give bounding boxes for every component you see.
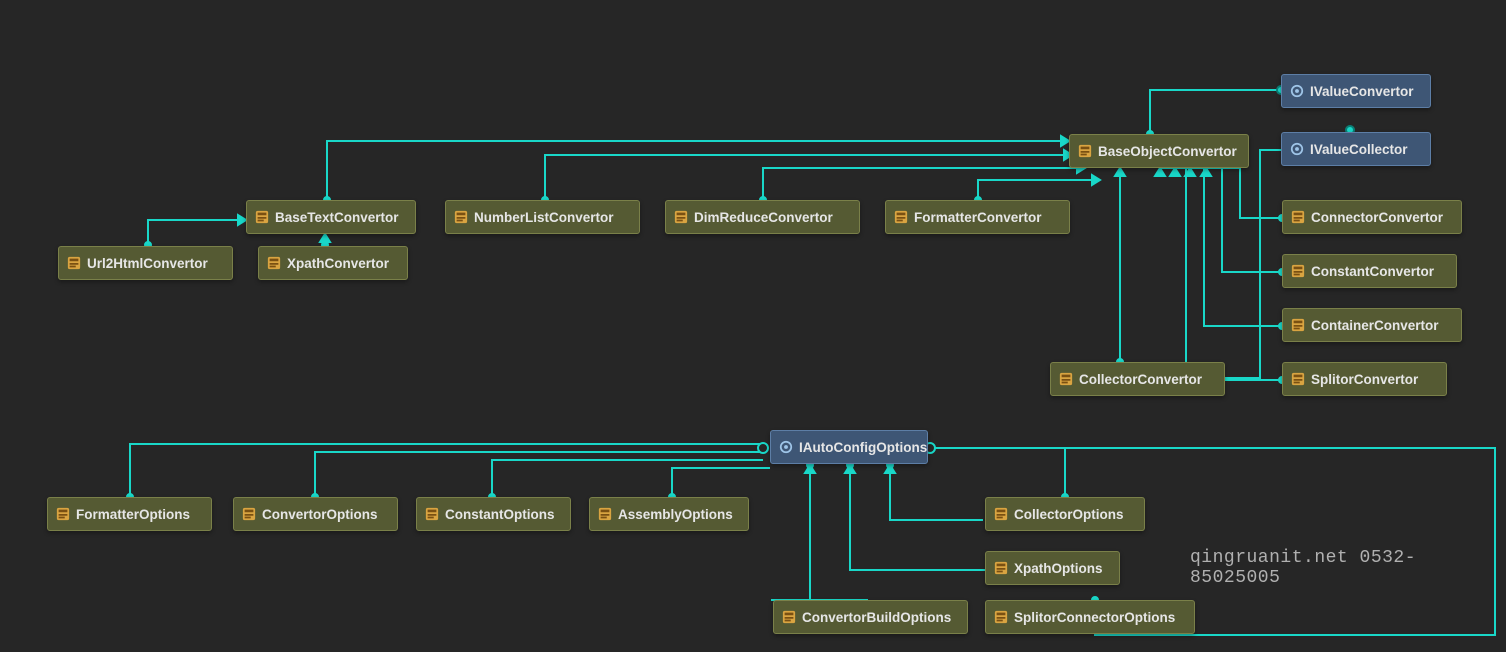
- node-label: AssemblyOptions: [618, 507, 733, 522]
- class-icon: [994, 507, 1008, 521]
- node-ContainerConvertor[interactable]: ContainerConvertor: [1282, 308, 1462, 342]
- node-label: ConvertorOptions: [262, 507, 378, 522]
- node-XpathOptions[interactable]: XpathOptions: [985, 551, 1120, 585]
- node-BaseObjectConvertor[interactable]: BaseObjectConvertor: [1069, 134, 1249, 168]
- class-icon: [1291, 372, 1305, 386]
- class-icon: [994, 610, 1008, 624]
- node-ConvertorBuildOptions[interactable]: ConvertorBuildOptions: [773, 600, 968, 634]
- node-XpathConvertor[interactable]: XpathConvertor: [258, 246, 408, 280]
- node-NumberListConvertor[interactable]: NumberListConvertor: [445, 200, 640, 234]
- node-label: CollectorConvertor: [1079, 372, 1202, 387]
- node-IAutoConfigOptions[interactable]: IAutoConfigOptions: [770, 430, 928, 464]
- node-SplitorConvertor[interactable]: SplitorConvertor: [1282, 362, 1447, 396]
- class-icon: [598, 507, 612, 521]
- node-label: ConnectorConvertor: [1311, 210, 1443, 225]
- node-ConstantOptions[interactable]: ConstantOptions: [416, 497, 571, 531]
- node-Url2HtmlConvertor[interactable]: Url2HtmlConvertor: [58, 246, 233, 280]
- class-icon: [425, 507, 439, 521]
- node-label: BaseTextConvertor: [275, 210, 399, 225]
- interface-icon: [1290, 142, 1304, 156]
- node-label: DimReduceConvertor: [694, 210, 833, 225]
- node-CollectorOptions[interactable]: CollectorOptions: [985, 497, 1145, 531]
- node-label: ConvertorBuildOptions: [802, 610, 951, 625]
- class-icon: [674, 210, 688, 224]
- node-ConnectorConvertor[interactable]: ConnectorConvertor: [1282, 200, 1462, 234]
- node-label: NumberListConvertor: [474, 210, 614, 225]
- class-icon: [242, 507, 256, 521]
- class-icon: [267, 256, 281, 270]
- diagram-canvas: { "colors": { "bg": "#262626", "classFil…: [0, 0, 1506, 652]
- node-ConstantConvertor[interactable]: ConstantConvertor: [1282, 254, 1457, 288]
- node-BaseTextConvertor[interactable]: BaseTextConvertor: [246, 200, 416, 234]
- node-label: CollectorOptions: [1014, 507, 1124, 522]
- interface-icon: [779, 440, 793, 454]
- node-label: XpathOptions: [1014, 561, 1103, 576]
- node-label: ContainerConvertor: [1311, 318, 1439, 333]
- node-label: SplitorConnectorOptions: [1014, 610, 1175, 625]
- class-icon: [894, 210, 908, 224]
- node-CollectorConvertor[interactable]: CollectorConvertor: [1050, 362, 1225, 396]
- node-label: ConstantConvertor: [1311, 264, 1434, 279]
- node-AssemblyOptions[interactable]: AssemblyOptions: [589, 497, 749, 531]
- class-icon: [1078, 144, 1092, 158]
- node-SplitorConnectorOptions[interactable]: SplitorConnectorOptions: [985, 600, 1195, 634]
- node-label: BaseObjectConvertor: [1098, 144, 1237, 159]
- node-ConvertorOptions[interactable]: ConvertorOptions: [233, 497, 398, 531]
- class-icon: [454, 210, 468, 224]
- class-icon: [255, 210, 269, 224]
- node-label: XpathConvertor: [287, 256, 389, 271]
- node-DimReduceConvertor[interactable]: DimReduceConvertor: [665, 200, 860, 234]
- class-icon: [56, 507, 70, 521]
- node-label: IValueCollector: [1310, 142, 1408, 157]
- node-IValueCollector[interactable]: IValueCollector: [1281, 132, 1431, 166]
- node-label: FormatterConvertor: [914, 210, 1042, 225]
- node-label: IAutoConfigOptions: [799, 440, 927, 455]
- class-icon: [1291, 264, 1305, 278]
- class-icon: [782, 610, 796, 624]
- interface-icon: [1290, 84, 1304, 98]
- node-label: IValueConvertor: [1310, 84, 1414, 99]
- watermark-text: qingruanit.net 0532-85025005: [1190, 548, 1506, 588]
- node-label: Url2HtmlConvertor: [87, 256, 208, 271]
- node-FormatterOptions[interactable]: FormatterOptions: [47, 497, 212, 531]
- node-FormatterConvertor[interactable]: FormatterConvertor: [885, 200, 1070, 234]
- node-label: SplitorConvertor: [1311, 372, 1418, 387]
- class-icon: [994, 561, 1008, 575]
- node-label: ConstantOptions: [445, 507, 555, 522]
- class-icon: [1291, 210, 1305, 224]
- node-IValueConvertor[interactable]: IValueConvertor: [1281, 74, 1431, 108]
- node-label: FormatterOptions: [76, 507, 190, 522]
- class-icon: [1291, 318, 1305, 332]
- class-icon: [1059, 372, 1073, 386]
- class-icon: [67, 256, 81, 270]
